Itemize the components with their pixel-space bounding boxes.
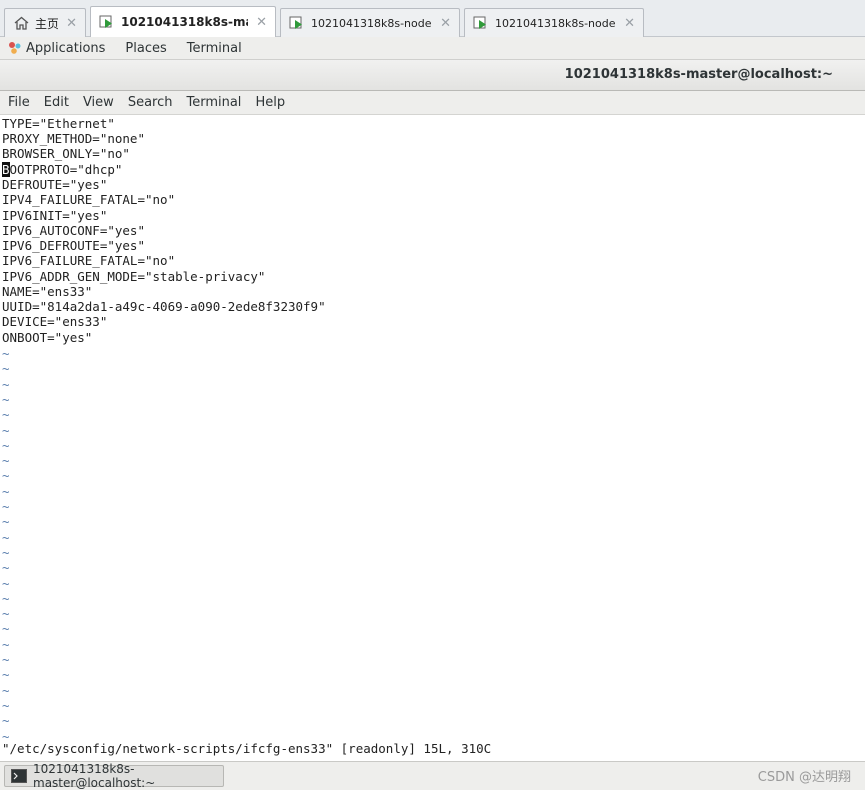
vim-empty-line-tilde: ~ [2,514,10,530]
terminal-line: DEVICE="ens33" [2,314,108,329]
vm-icon [99,14,115,30]
csdn-watermark: CSDN @达明翔 [757,770,851,785]
vim-empty-line-tilde: ~ [2,391,10,407]
terminal-line: DEFROUTE="yes" [2,177,108,192]
menu-terminal[interactable]: Terminal [187,41,242,56]
vim-empty-line-tilde: ~ [2,361,10,377]
vim-empty-line-tilde: ~ [2,606,10,622]
home-icon [13,15,29,31]
gnome-top-panel: Applications Places Terminal [0,37,865,59]
text-cursor: B [2,162,10,177]
tab-k8s-node2[interactable]: 1021041318k8s-node2 ✕ [464,8,644,37]
bottom-taskbar: 1021041318k8s-master@localhost:~ CSDN @达… [0,761,865,790]
terminal-view[interactable]: TYPE="Ethernet" PROXY_METHOD="none" BROW… [0,115,865,761]
menu-file[interactable]: File [8,95,30,110]
vim-empty-line-tilde: ~ [2,422,10,438]
vim-empty-line-tilde: ~ [2,407,10,423]
terminal-line: IPV6_DEFROUTE="yes" [2,238,145,253]
terminal-line: IPV6INIT="yes" [2,208,108,223]
terminal-line-cursor: BOOTPROTO="dhcp" [2,162,122,177]
vim-empty-line-tilde: ~ [2,499,10,514]
menu-view[interactable]: View [83,95,114,110]
terminal-line: IPV6_FAILURE_FATAL="no" [2,253,176,268]
terminal-icon [11,769,27,783]
vm-icon [473,15,489,31]
tab-k8s-node1-close-icon[interactable]: ✕ [440,16,451,31]
tab-k8s-node1-label: 1021041318k8s-node1 [311,16,433,30]
menu-edit[interactable]: Edit [44,95,69,110]
tab-k8s-node1[interactable]: 1021041318k8s-node1 ✕ [280,8,460,37]
vim-status-line: "/etc/sysconfig/network-scripts/ifcfg-en… [2,741,492,756]
vim-empty-line-tilde: ~ [2,437,10,453]
vim-empty-line-tilde: ~ [2,575,10,591]
vim-empty-line-tilde: ~ [2,529,10,545]
vim-empty-line-tilde: ~ [2,713,10,729]
terminal-line-text: OOTPROTO="dhcp" [9,162,123,177]
tab-home-label: 主页 [35,16,59,31]
vim-empty-line-tilde: ~ [2,652,10,667]
menu-applications[interactable]: Applications [26,41,105,56]
vm-tab-strip: 主页 ✕ 1021041318k8s-master ✕ 1021041318k8… [0,0,865,37]
tab-home-close-icon[interactable]: ✕ [66,16,77,31]
terminal-menubar: File Edit View Search Terminal Help [0,91,865,115]
tab-k8s-master-label: 1021041318k8s-master [121,15,248,29]
tab-k8s-node2-label: 1021041318k8s-node2 [495,16,617,30]
tab-k8s-node2-close-icon[interactable]: ✕ [624,16,635,31]
terminal-line: UUID="814a2da1-a49c-4069-a090-2ede8f3230… [2,299,326,314]
terminal-line: IPV6_AUTOCONF="yes" [2,223,145,238]
terminal-line: IPV4_FAILURE_FATAL="no" [2,192,176,207]
vim-empty-line-tilde: ~ [2,560,10,576]
vim-empty-line-tilde: ~ [2,636,10,652]
tab-k8s-master-close-icon[interactable]: ✕ [256,15,267,30]
menu-help[interactable]: Help [255,95,285,110]
terminal-line: BROWSER_ONLY="no" [2,146,130,161]
vim-empty-line-tilde: ~ [2,544,10,560]
window-titlebar[interactable]: 1021041318k8s-master@localhost:~ [0,59,865,91]
vim-empty-line-tilde: ~ [2,453,10,469]
taskbar-terminal-button[interactable]: 1021041318k8s-master@localhost:~ [4,762,224,790]
vim-empty-line-tilde: ~ [2,682,10,698]
vm-icon [289,15,305,31]
vim-empty-line-tilde: ~ [2,346,10,361]
terminal-line: TYPE="Ethernet" [2,116,115,131]
menu-search[interactable]: Search [128,95,173,110]
applications-icon [8,41,22,55]
terminal-line: NAME="ens33" [2,284,93,299]
menu-places[interactable]: Places [125,41,166,56]
terminal-line: PROXY_METHOD="none" [2,131,145,146]
menu-terminal-menu[interactable]: Terminal [186,95,241,110]
vim-empty-line-tilde: ~ [2,483,10,499]
vim-empty-line-tilde: ~ [2,468,10,484]
terminal-line: IPV6_ADDR_GEN_MODE="stable-privacy" [2,269,266,284]
terminal-line: ONBOOT="yes" [2,330,93,345]
vim-empty-line-tilde: ~ [2,376,10,392]
window-title: 1021041318k8s-master@localhost:~ [564,67,833,82]
vim-empty-line-tilde: ~ [2,667,10,683]
vim-empty-line-tilde: ~ [2,621,10,637]
vim-empty-line-tilde: ~ [2,590,10,606]
tab-k8s-master[interactable]: 1021041318k8s-master ✕ [90,6,276,37]
tab-home[interactable]: 主页 ✕ [4,8,86,37]
vim-empty-line-tilde: ~ [2,697,10,713]
taskbar-terminal-label: 1021041318k8s-master@localhost:~ [33,762,156,790]
